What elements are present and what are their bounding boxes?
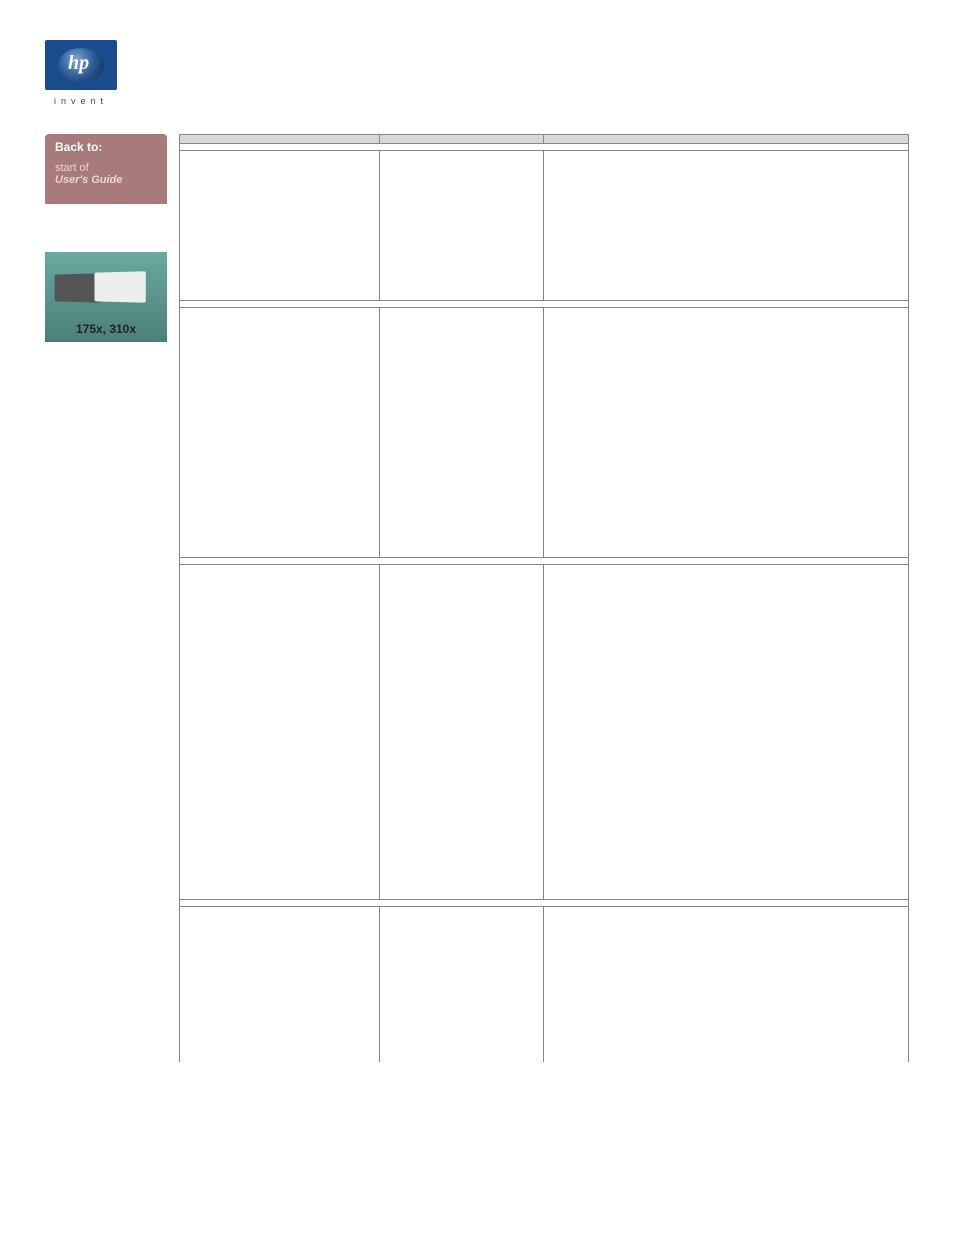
cell-1-2 bbox=[380, 151, 544, 301]
cell-2-1 bbox=[180, 308, 380, 558]
main-table bbox=[179, 134, 909, 1062]
hp-logo: invent bbox=[45, 40, 117, 106]
section-row-2 bbox=[180, 301, 909, 308]
back-line2: User's Guide bbox=[55, 174, 157, 186]
cell-3-1 bbox=[180, 565, 380, 900]
sidebar: Back to: start of User's Guide 175x, 310… bbox=[45, 134, 167, 1062]
cell-3-3 bbox=[544, 565, 909, 900]
section-row-3 bbox=[180, 558, 909, 565]
product-label: 175x, 310x bbox=[45, 322, 167, 336]
main-content bbox=[179, 134, 909, 1062]
back-to-button[interactable]: Back to: start of User's Guide bbox=[45, 134, 167, 204]
cell-1-3 bbox=[544, 151, 909, 301]
page-header: invent bbox=[45, 40, 909, 106]
hp-logo-box bbox=[45, 40, 117, 90]
cell-2-2 bbox=[380, 308, 544, 558]
back-subtitle: start of User's Guide bbox=[55, 162, 157, 186]
device-light-icon bbox=[95, 271, 146, 302]
data-row-2 bbox=[180, 308, 909, 558]
product-image[interactable]: 175x, 310x bbox=[45, 252, 167, 342]
hp-logo-icon bbox=[58, 48, 104, 82]
cell-4-1 bbox=[180, 907, 380, 1062]
content-row: Back to: start of User's Guide 175x, 310… bbox=[45, 134, 909, 1062]
data-row-4 bbox=[180, 907, 909, 1062]
table-header-2 bbox=[380, 135, 544, 144]
back-line1: start of bbox=[55, 162, 157, 174]
section-row-4 bbox=[180, 900, 909, 907]
table-header-row bbox=[180, 135, 909, 144]
data-row-3 bbox=[180, 565, 909, 900]
cell-2-3 bbox=[544, 308, 909, 558]
hp-invent-text: invent bbox=[54, 96, 108, 106]
table-header-3 bbox=[544, 135, 909, 144]
data-row-1 bbox=[180, 151, 909, 301]
cell-4-3 bbox=[544, 907, 909, 1062]
table-header-1 bbox=[180, 135, 380, 144]
page-root: invent Back to: start of User's Guide 17… bbox=[0, 0, 954, 1102]
section-row-1 bbox=[180, 144, 909, 151]
cell-1-1 bbox=[180, 151, 380, 301]
back-title: Back to: bbox=[55, 140, 157, 154]
cell-3-2 bbox=[380, 565, 544, 900]
cell-4-2 bbox=[380, 907, 544, 1062]
